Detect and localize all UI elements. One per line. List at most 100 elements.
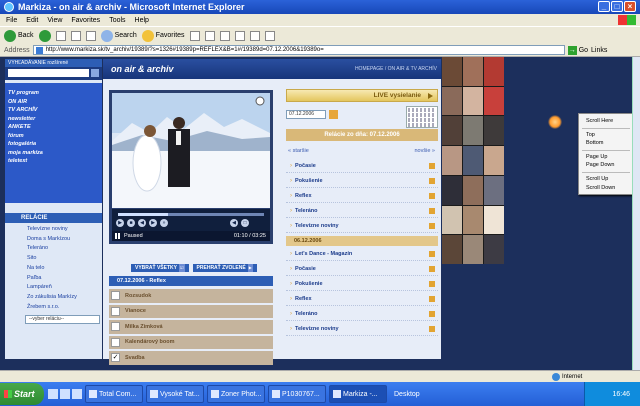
vertical-scrollbar[interactable] <box>632 57 640 370</box>
menu-favorites[interactable]: Favorites <box>71 17 100 24</box>
quick-launch-icon[interactable] <box>60 389 70 399</box>
nav-forum[interactable]: fórum <box>8 132 99 141</box>
menu-item-page-up[interactable]: Page Up <box>579 153 632 162</box>
fast-forward-icon[interactable]: ▶ <box>149 219 157 227</box>
mini-calendar[interactable] <box>406 106 438 128</box>
quick-launch-icon[interactable] <box>72 389 82 399</box>
thumbnail[interactable] <box>442 116 462 146</box>
play-icon[interactable]: ▶ <box>116 219 124 227</box>
clip-checkbox[interactable] <box>111 306 120 316</box>
thumbnail[interactable] <box>484 57 504 86</box>
mail-icon[interactable] <box>204 30 215 41</box>
thumbnail[interactable] <box>463 116 483 146</box>
list-item[interactable]: › Reflex <box>286 293 438 306</box>
menu-item-bottom[interactable]: Bottom <box>579 139 632 148</box>
thumbnail[interactable] <box>484 205 504 235</box>
list-item[interactable]: › Televízne noviny <box>286 220 438 233</box>
fullscreen-icon[interactable]: □ <box>241 219 249 227</box>
list-item[interactable]: Kalendárový boom <box>109 335 273 349</box>
thumbnail[interactable] <box>484 175 504 205</box>
quick-launch-icon[interactable] <box>48 389 58 399</box>
older-link[interactable]: « staršie <box>288 148 309 154</box>
list-item[interactable]: › Počasie <box>286 160 438 173</box>
list-item[interactable]: › Pokušenie <box>286 175 438 188</box>
clip-checkbox[interactable]: ✓ <box>111 353 120 363</box>
breadcrumb[interactable]: HOMEPAGE / ON AIR & TV ARCHÍV <box>355 66 437 72</box>
relacia-item[interactable]: Paľba <box>27 274 102 284</box>
relacia-item[interactable]: Televízne noviny <box>27 225 102 235</box>
relacia-item[interactable]: Doma s Markízou <box>27 235 102 245</box>
video-frame[interactable] <box>112 93 270 208</box>
volume-icon[interactable]: ◀ <box>230 219 238 227</box>
next-icon[interactable]: » <box>160 219 168 227</box>
clip-checkbox[interactable] <box>111 337 120 347</box>
stop-icon[interactable]: ■ <box>127 219 135 227</box>
thumbnail[interactable] <box>463 235 483 264</box>
task-button[interactable]: Total Com... <box>85 385 143 403</box>
list-item[interactable]: › Reflex <box>286 190 438 203</box>
thumbnail[interactable] <box>463 175 483 205</box>
refresh-icon[interactable] <box>70 30 81 41</box>
stop-icon[interactable] <box>55 30 66 41</box>
thumbnail[interactable] <box>442 146 462 175</box>
search-input[interactable] <box>8 69 89 77</box>
messenger-icon[interactable] <box>264 30 275 41</box>
task-button[interactable]: Vysoké Tat... <box>146 385 204 403</box>
relacia-item[interactable]: Sito <box>27 254 102 264</box>
thumbnail[interactable] <box>463 205 483 235</box>
home-icon[interactable] <box>85 30 96 41</box>
desktop-toolbar[interactable]: Desktop <box>394 391 420 398</box>
clip-checkbox[interactable] <box>111 291 120 301</box>
clip-checkbox[interactable] <box>111 322 120 332</box>
menu-item-scroll-down[interactable]: Scroll Down <box>579 184 632 193</box>
newer-link[interactable]: novšie » <box>415 148 436 154</box>
back-button[interactable]: Back <box>4 29 34 42</box>
thumbnail[interactable] <box>484 235 504 264</box>
list-item[interactable]: ✓ Svadba <box>109 351 273 365</box>
list-item[interactable]: › Pokušenie <box>286 278 438 291</box>
list-item[interactable]: Vianoce <box>109 304 273 318</box>
thumbnail[interactable] <box>442 235 462 264</box>
thumbnail[interactable] <box>484 146 504 175</box>
play-selected-button[interactable]: PREHRAŤ ZVOLENÉ ▶ <box>192 264 257 272</box>
start-button[interactable]: Start <box>0 383 44 405</box>
favorites-button[interactable]: Favorites <box>141 29 185 42</box>
clock[interactable]: 16:46 <box>612 391 630 398</box>
relacia-item[interactable]: Na telo <box>27 264 102 274</box>
forward-button[interactable] <box>38 29 51 42</box>
media-icon[interactable] <box>189 30 200 41</box>
relacia-item[interactable]: Teleráno <box>27 244 102 254</box>
thumbnail[interactable] <box>442 205 462 235</box>
links-label[interactable]: Links <box>591 47 607 54</box>
thumbnail[interactable] <box>463 86 483 116</box>
window-titlebar[interactable]: Markiza - on air & archiv - Microsoft In… <box>0 0 640 14</box>
search-submit-button[interactable] <box>91 69 99 77</box>
nav-fotogaleria[interactable]: fotogaléria <box>8 140 99 149</box>
minimize-button[interactable]: _ <box>598 1 610 12</box>
task-button-active[interactable]: Markiza -... <box>329 385 387 403</box>
nav-tv-archiv[interactable]: TV ARCHÍV <box>8 106 99 115</box>
menu-edit[interactable]: Edit <box>26 17 38 24</box>
list-item[interactable]: › Teleráno <box>286 205 438 218</box>
thumbnail[interactable] <box>463 146 483 175</box>
folder-icon[interactable] <box>249 30 260 41</box>
list-item[interactable]: Rozsudok <box>109 289 273 303</box>
calendar-icon[interactable] <box>329 110 338 119</box>
nav-teletext[interactable]: teletext <box>8 157 99 166</box>
task-button[interactable]: Zoner Phot... <box>207 385 265 403</box>
list-item[interactable]: › Televízne noviny <box>286 323 438 336</box>
rewind-icon[interactable]: ◀ <box>138 219 146 227</box>
select-all-button[interactable]: VYBRAŤ VŠETKY ☑ <box>131 264 189 272</box>
relacia-item[interactable]: Lampáreň <box>27 283 102 293</box>
thumbnail[interactable] <box>442 86 462 116</box>
close-button[interactable]: × <box>624 1 636 12</box>
nav-newsletter[interactable]: newsletter <box>8 115 99 124</box>
maximize-button[interactable]: □ <box>611 1 623 12</box>
live-broadcast-button[interactable]: LIVE vysielanie <box>286 89 438 102</box>
list-item[interactable]: Milka Zimková <box>109 320 273 334</box>
relacia-item[interactable]: Zo zákulisia Markízy <box>27 293 102 303</box>
relacia-select[interactable]: --vyber reláciu-- <box>25 315 100 325</box>
nav-tv-program[interactable]: TV program <box>8 89 99 98</box>
search-button[interactable]: Search <box>100 29 137 42</box>
menu-view[interactable]: View <box>47 17 62 24</box>
